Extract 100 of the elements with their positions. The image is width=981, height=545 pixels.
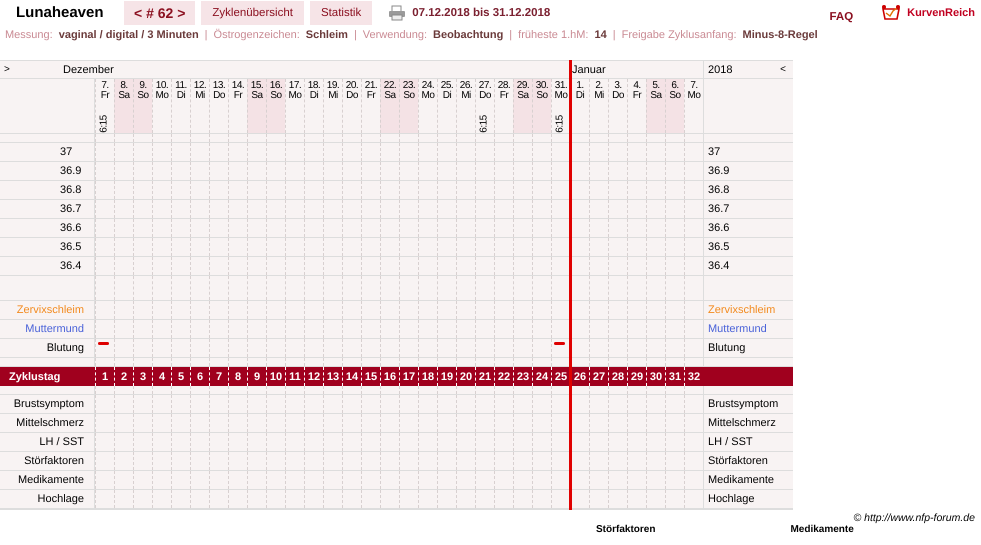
faq-link[interactable]: FAQ [830,11,854,23]
cycle-day-number: 29 [630,370,644,382]
row-label: Muttermund [708,323,767,335]
day-date: 31. [554,81,568,91]
weekday: Do [346,91,358,101]
day-date: 23. [402,81,416,91]
weekday: So [536,91,548,101]
previous-arrow[interactable]: > [0,64,14,75]
temperature-label: 36.6 [708,222,730,234]
weekday: Mo [422,91,434,101]
row-label: Mittelschmerz [708,417,776,429]
info-label: Freigabe Zyklusanfang: [622,29,737,43]
cycle-day-number: 23 [516,370,530,382]
cycle-day-number: 18 [422,370,434,382]
legend-heading: Störfaktoren [596,524,656,535]
printer-icon[interactable] [388,4,406,20]
info-label: Östrogenzeichen: [214,29,300,43]
nav-tab[interactable]: Statistik [310,0,372,24]
info-value: Beobachtung [433,29,504,43]
temperature-label: 36.9 [60,165,82,177]
cycle-day-number: 11 [289,370,301,382]
weekday: Fr [234,91,242,101]
row-label: Blutung [46,342,84,354]
cycle-day-number: 26 [574,370,586,382]
cycle-day-number: 30 [650,370,662,382]
weekday: Mo [288,91,302,101]
day-date: 22. [384,81,396,91]
day-date: 26. [460,81,472,91]
cycle-day-number: 8 [234,370,242,382]
cycle-day-number: 14 [346,370,358,382]
temperature-label: 36.9 [708,165,730,177]
cycle-day-number: 25 [554,370,568,382]
weekday: Mo [554,91,568,101]
weekday: Di [576,91,584,101]
day-date: 28. [498,81,510,91]
cycle-day-number: 13 [326,370,340,382]
cycle-day-number: 5 [178,370,184,382]
weekday: So [403,91,415,101]
info-value: Schleim [306,29,348,43]
cycle-day-number: 22 [498,370,510,382]
weekday: Fr [100,91,110,101]
day-date: 3. [614,81,622,91]
info-label: Messung: [5,29,53,43]
temperature-label: 36.4 [60,260,82,272]
day-date: 7. [101,81,109,91]
day-date: 17. [288,81,302,91]
cycle-day-number: 10 [270,370,282,382]
day-date: 16. [270,81,282,91]
day-date: 14. [232,81,244,91]
weekday: So [270,91,282,101]
legend-heading: Medikamente [790,524,854,535]
day-date: 30. [536,81,548,91]
cycle-day-number: 3 [140,370,146,382]
day-date: 11. [175,81,187,91]
separator: | [612,29,616,43]
weekday: Sa [517,91,529,101]
info-label: früheste 1.hM: [518,29,588,43]
day-date: 1. [576,81,584,91]
weekday: Sa [251,91,263,101]
day-date: 15. [250,81,264,91]
info-value: Minus-8-Regel [742,29,818,43]
cycle-day-number: 12 [308,370,320,382]
cycle-day-number: 2 [120,370,128,382]
day-date: 27. [478,81,492,91]
row-label: Störfaktoren [708,455,768,467]
month-label: Januar [572,64,606,76]
copyright-text: © http://www.nfp-forum.de [853,512,975,524]
weekday: Mo [156,91,168,101]
day-date: 5. [652,81,660,91]
basket-logo-icon [881,4,902,21]
cycle-navigation[interactable]: < # 62 > [124,0,196,24]
cycle-day-number: 32 [688,370,700,382]
day-date: 12. [194,81,206,91]
row-label: Mittelschmerz [16,417,84,429]
temperature-label: 36.6 [60,222,82,234]
month-label: Dezember [63,64,114,76]
row-label: LH / SST [39,436,84,448]
weekday: Fr [500,91,508,101]
logo-text: KurvenReich [907,6,975,18]
nav-tab[interactable]: Zyklenübersicht [201,0,304,24]
day-date: 18. [308,81,320,91]
separator: | [509,29,512,43]
cycle-day-number: 27 [592,370,606,382]
row-label: LH / SST [708,436,753,448]
next-arrow[interactable]: < [776,64,790,75]
weekday: Di [442,91,452,101]
day-date: 24. [422,81,434,91]
row-label: Zervixschleim [16,304,84,316]
row-label: Zervixschleim [708,304,776,316]
date-range: 07.12.2018 bis 31.12.2018 [412,6,550,18]
day-date: 19. [326,81,340,91]
separator: | [354,29,357,43]
weekday: So [669,91,681,101]
temperature-label: 36.5 [60,241,82,253]
temperature-label: 36.5 [708,241,730,253]
day-date: 20. [346,81,358,91]
temperature-label: 36.8 [708,184,730,196]
info-value: 14 [594,29,607,43]
cycle-day-number: 1 [102,370,108,382]
weekday: Mi [594,91,604,101]
